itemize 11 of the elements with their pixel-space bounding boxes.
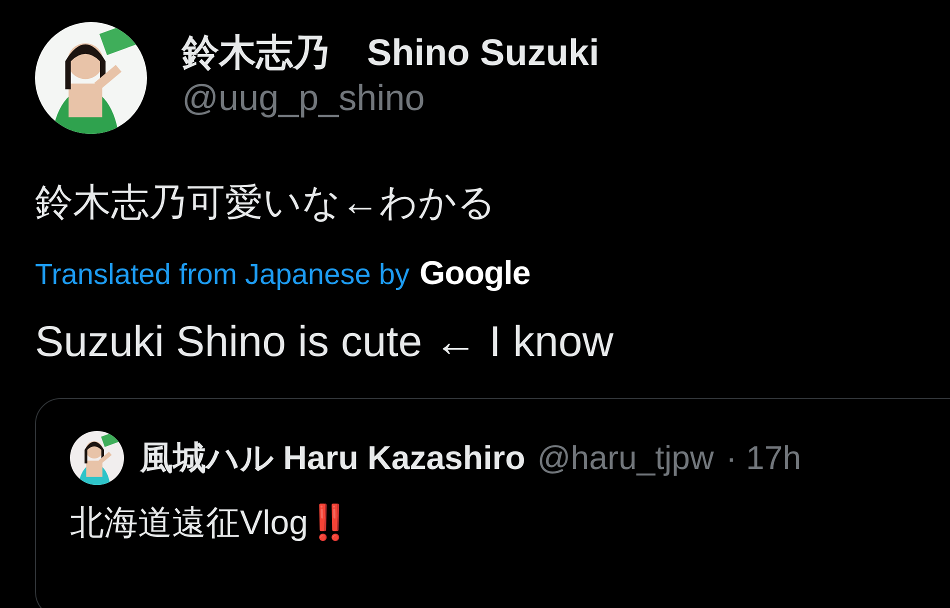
- quoted-author-handle: @haru_tjpw: [537, 439, 714, 477]
- translated-text: Suzuki Shino is cute ← I know: [35, 317, 614, 368]
- tweet-text: 鈴木志乃可愛いな←わかる: [35, 181, 497, 226]
- quoted-time: · 17h: [726, 439, 802, 477]
- quoted-text: 北海道遠征Vlog‼: [70, 502, 352, 544]
- quoted-author-name: 風城ハル Haru Kazashiro: [140, 438, 526, 478]
- quoted-tweet-card[interactable]: 風城ハル Haru Kazashiro @haru_tjpw · 17h 北海道遠征Vlog‼: [35, 398, 950, 608]
- author-name[interactable]: 鈴木志乃 Shino Suzuki: [182, 30, 600, 76]
- translation-label[interactable]: Translated from Japanese by: [35, 259, 410, 292]
- author-handle[interactable]: @uug_p_shino: [182, 76, 600, 120]
- google-logo: Google: [420, 254, 530, 292]
